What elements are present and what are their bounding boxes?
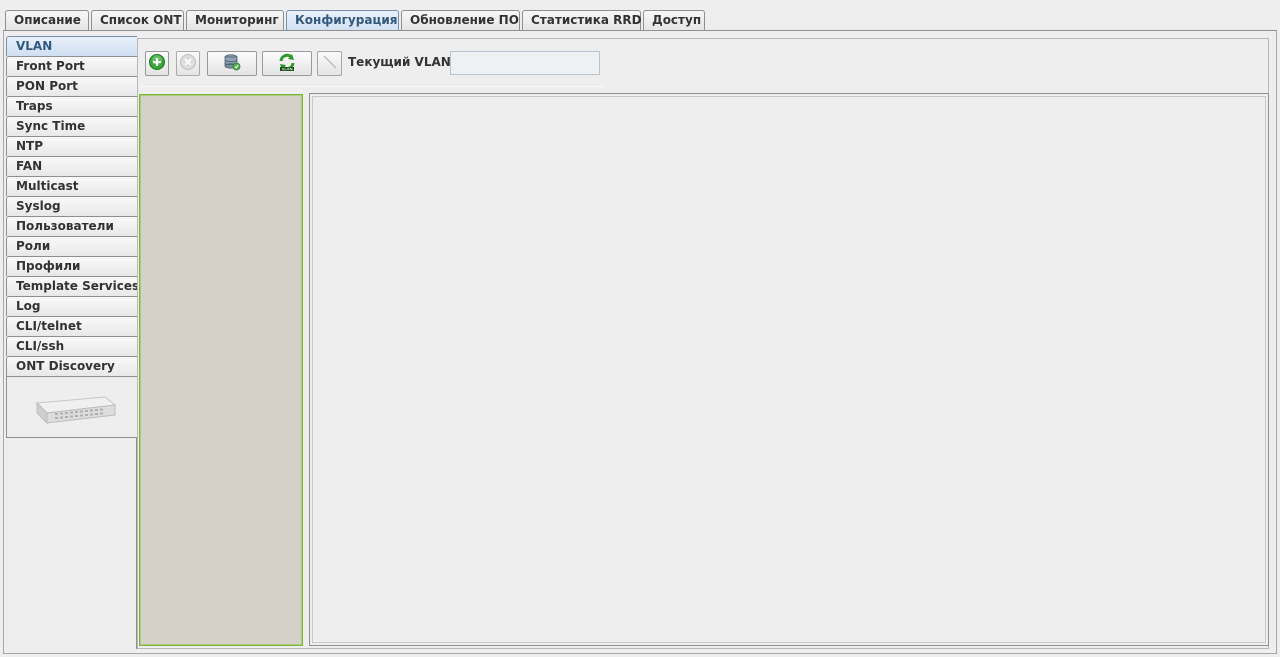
side-tab-12[interactable]: Профили	[6, 256, 137, 276]
edit-icon	[321, 53, 339, 74]
side-tab-1[interactable]: VLAN	[6, 36, 137, 56]
tab-3[interactable]: Мониторинг	[186, 10, 284, 31]
side-tab-4[interactable]: Traps	[6, 96, 137, 116]
side-tab-8[interactable]: Multicast	[6, 176, 137, 196]
tab-5[interactable]: Обновление ПО	[401, 10, 520, 31]
add-vlan-button[interactable]	[145, 51, 169, 76]
delete-icon	[179, 53, 197, 74]
side-tab-3[interactable]: PON Port	[6, 76, 137, 96]
toolbar-underline	[139, 86, 604, 87]
side-tab-14[interactable]: Log	[6, 296, 137, 316]
database-button[interactable]	[207, 51, 257, 76]
current-vlan-field[interactable]	[450, 51, 600, 75]
side-tab-16[interactable]: CLI/ssh	[6, 336, 137, 356]
side-tab-7[interactable]: FAN	[6, 156, 137, 176]
side-tab-17[interactable]: ONT Discovery	[6, 356, 137, 376]
olt-device-icon	[35, 396, 117, 425]
vlan-table-inner	[312, 96, 1266, 643]
delete-vlan-button[interactable]	[176, 51, 200, 76]
tab-7[interactable]: Доступ	[643, 10, 705, 31]
tab-6[interactable]: Статистика RRD	[522, 10, 642, 31]
side-tab-6[interactable]: NTP	[6, 136, 137, 156]
tab-1[interactable]: Описание	[5, 10, 89, 31]
edit-vlan-button[interactable]	[317, 51, 342, 76]
current-vlan-label: Текущий VLAN:	[348, 55, 456, 69]
side-tab-15[interactable]: CLI/telnet	[6, 316, 137, 336]
side-tab-9[interactable]: Syslog	[6, 196, 137, 216]
side-tab-10[interactable]: Пользователи	[6, 216, 137, 236]
vlan-toolbar: Текущий VLAN:	[139, 40, 1267, 87]
device-image	[6, 376, 137, 438]
side-tab-13[interactable]: Template Services	[6, 276, 139, 296]
tab-4[interactable]: Конфигурация	[286, 10, 399, 31]
side-tab-bar: VLAN Front Port PON Port Traps Sync Time NTP F…	[6, 36, 139, 438]
side-tab-2[interactable]: Front Port	[6, 56, 137, 76]
vlan-list[interactable]	[139, 94, 303, 646]
refresh-vlan-icon	[277, 52, 297, 75]
database-icon	[223, 53, 241, 74]
side-tab-11[interactable]: Роли	[6, 236, 137, 256]
refresh-vlan-button[interactable]	[262, 51, 312, 76]
add-icon	[148, 53, 166, 74]
side-tab-5[interactable]: Sync Time	[6, 116, 137, 136]
vlan-table[interactable]	[309, 93, 1269, 646]
top-tab-bar: Описание Список ONT Мониторинг Конфигурация…	[5, 10, 707, 31]
tab-2[interactable]: Список ONT	[91, 10, 184, 31]
